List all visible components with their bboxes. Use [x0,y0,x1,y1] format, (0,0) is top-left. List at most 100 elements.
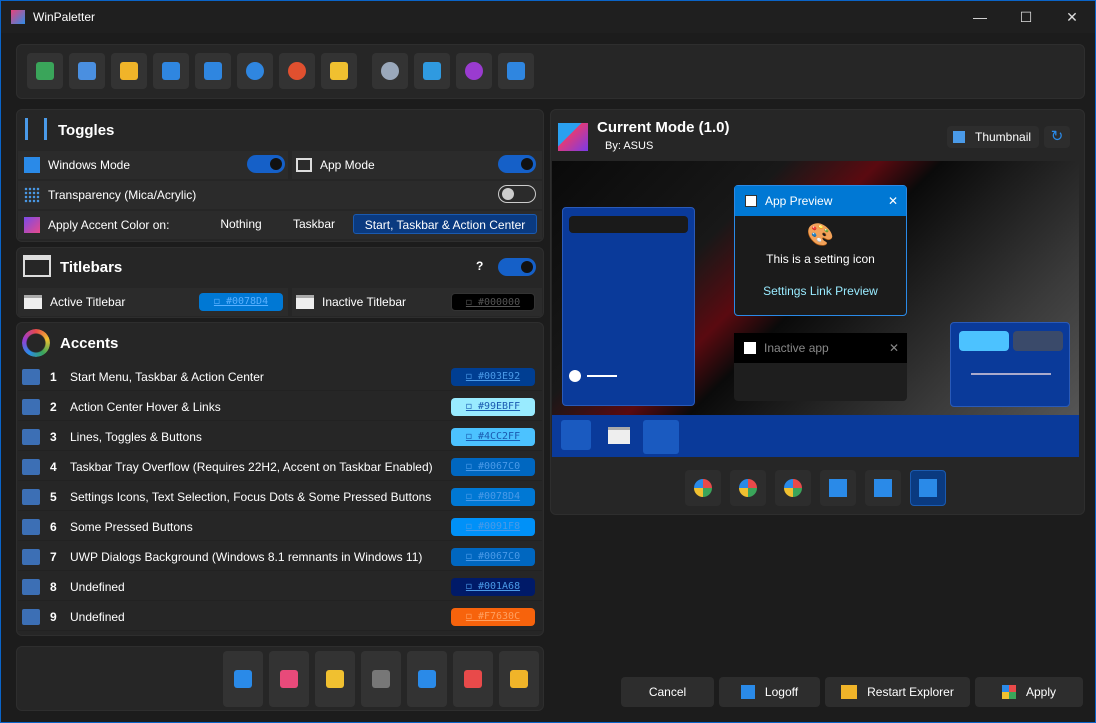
about-button[interactable] [498,53,534,89]
accent-item-icon [22,428,40,445]
accents-title: Accents [60,335,119,352]
accent-number: 8 [50,579,57,594]
metrics-fonts-button[interactable] [223,651,263,707]
accent-option-taskbar[interactable]: Taskbar [283,214,345,234]
save-button[interactable] [153,53,189,89]
load-default-button[interactable] [279,53,315,89]
windows-8-1-preview-button[interactable] [820,470,856,506]
accent-option-nothing[interactable]: Nothing [206,214,276,234]
update-icon [423,62,441,80]
thumbnail-button[interactable]: Thumbnail [947,126,1039,148]
refresh-button[interactable]: ↻ [1044,126,1070,148]
accent-color-picker[interactable]: ◻ #4CC2FF [451,428,535,446]
maximize-button[interactable]: ☐ [1003,1,1049,33]
new-from-default-button[interactable] [69,53,105,89]
action-center-preview [950,322,1070,407]
titlebars-toggle[interactable] [498,258,536,276]
app-mode-label: App Mode [320,158,375,172]
accent-item-icon [22,398,40,415]
accent-label: Taskbar Tray Overflow (Requires 22H2, Ac… [70,459,433,474]
theme-logo-icon [558,123,588,151]
accent-item-icon [22,608,40,625]
active-titlebar-color-picker[interactable]: ◻ #0078D4 [199,293,283,311]
cursors-icon [418,670,436,688]
window-icon [296,295,314,309]
minimize-button[interactable]: — [957,1,1003,33]
restart-explorer-button[interactable]: Restart Explorer [825,677,970,707]
accent-label: Start Menu, Taskbar & Action Center [70,369,264,384]
settings-icon [381,62,399,80]
new-from-current-button[interactable] [27,53,63,89]
accent-color-picker[interactable]: ◻ #F7630C [451,608,535,626]
settings-link-preview[interactable]: Settings Link Preview [735,284,906,298]
terminal-icon [372,670,390,688]
load-current-button[interactable] [237,53,273,89]
lock-screen-button[interactable] [499,651,539,707]
classic-colors-button[interactable] [453,651,493,707]
accent-option-start-taskbar-action-center[interactable]: Start, Taskbar & Action Center [353,214,537,234]
window-icon [24,295,42,309]
inactive-titlebar-color-picker[interactable]: ◻ #000000 [451,293,535,311]
inactive-titlebar-label: Inactive Titlebar [322,295,407,309]
wallpaper-icon [280,670,298,688]
windows-mode-toggle[interactable] [247,155,285,173]
transparency-label: Transparency (Mica/Acrylic) [48,188,197,202]
sizes-button[interactable] [315,651,355,707]
edit-button[interactable] [321,53,357,89]
classic-colors-icon [464,670,482,688]
accent-color-picker[interactable]: ◻ #99EBFF [451,398,535,416]
settings-button[interactable] [372,53,408,89]
app-window-icon [296,158,312,172]
help-button[interactable]: ? [476,259,483,273]
windows-vista-preview-button[interactable] [775,470,811,506]
inactive-app-window: Inactive app ✕ [734,333,907,401]
accent-number: 9 [50,609,57,624]
windows-11-preview-button[interactable] [910,470,946,506]
close-button[interactable]: ✕ [1049,1,1095,33]
edit-icon [330,62,348,80]
sliders-icon [25,118,47,140]
accent-number: 4 [50,459,57,474]
lock-screen-icon [510,670,528,688]
windows-vista-logo-icon [784,479,802,497]
explorer-icon [841,685,858,699]
cursors-button[interactable] [407,651,447,707]
app-icon-preview [608,427,630,444]
taskbar-preview [552,415,1079,457]
inactive-app-title: Inactive app [764,341,829,355]
app-mode-toggle[interactable] [498,155,536,173]
start-button-preview [561,420,591,450]
load-default-icon [288,62,306,80]
accent-number: 6 [50,519,57,534]
update-button[interactable] [414,53,450,89]
accent-color-picker[interactable]: ◻ #0067C0 [451,548,535,566]
close-icon: ✕ [887,194,898,208]
accent-color-picker[interactable]: ◻ #0091F8 [451,518,535,536]
logoff-icon [740,685,755,699]
accent-label: Undefined [70,579,125,594]
whats-new-button[interactable] [456,53,492,89]
accent-label: UWP Dialogs Background (Windows 8.1 remn… [70,549,423,564]
color-wheel-icon [22,329,50,357]
wallpaper-button[interactable] [269,651,309,707]
save-as-button[interactable] [195,53,231,89]
accent-item-icon [22,488,40,505]
transparency-row: Transparency (Mica/Acrylic) [18,181,542,209]
accent-color-picker[interactable]: ◻ #003E92 [451,368,535,386]
cancel-label: Cancel [648,685,687,699]
terminal-button[interactable] [361,651,401,707]
windows-7-preview-button[interactable] [730,470,766,506]
cancel-button[interactable]: Cancel [621,677,714,707]
apply-button[interactable]: Apply [975,677,1083,707]
open-button[interactable] [111,53,147,89]
logoff-button[interactable]: Logoff [719,677,820,707]
windows-xp-preview-button[interactable] [685,470,721,506]
accent-color-picker[interactable]: ◻ #001A68 [451,578,535,596]
windows-10-preview-button[interactable] [865,470,901,506]
windows-11-logo-icon [919,479,937,497]
accent-item-icon [22,518,40,535]
accent-item-icon [22,368,40,385]
accent-color-picker[interactable]: ◻ #0078D4 [451,488,535,506]
transparency-toggle[interactable] [498,185,536,203]
accent-color-picker[interactable]: ◻ #0067C0 [451,458,535,476]
